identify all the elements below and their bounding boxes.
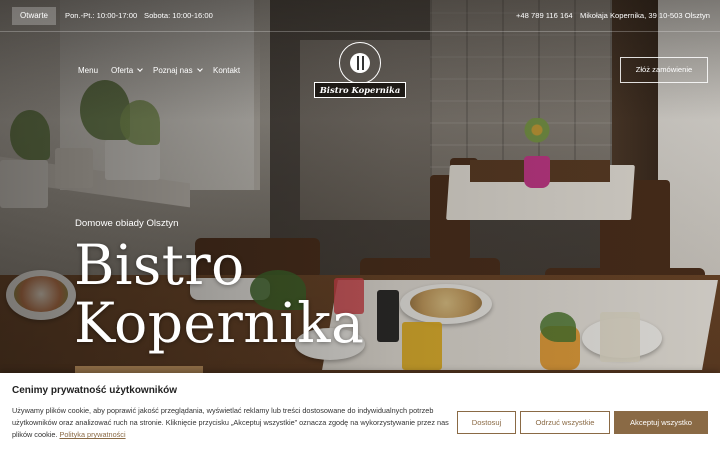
hero-title: Bistro Kopernika [74, 236, 364, 352]
bistro-logo[interactable]: Bistro Kopernika [314, 42, 406, 100]
top-info-bar: Otwarte Pon.-Pt.: 10:00-17:00 Sobota: 10… [0, 0, 720, 32]
knife-icon [362, 56, 364, 70]
chevron-down-icon [137, 66, 144, 72]
nav-item-kontakt[interactable]: Kontakt [213, 66, 240, 75]
nav-item-label: Poznaj nas [153, 66, 193, 75]
logo-text: Bistro Kopernika [314, 82, 406, 98]
accept-all-button[interactable]: Akceptuj wszystko [614, 411, 708, 434]
customize-cookies-button[interactable]: Dostosuj [457, 411, 516, 434]
logo-emblem [339, 42, 381, 84]
hero-subtitle: Domowe obiady Olsztyn [75, 218, 179, 229]
hero-title-line1: Bistro [74, 233, 245, 297]
nav-item-poznaj-nas[interactable]: Poznaj nas [153, 66, 203, 75]
cookie-description: Używamy plików cookie, aby poprawić jako… [12, 405, 452, 442]
fork-icon [357, 56, 359, 70]
cookie-title: Cenimy prywatność użytkowników [12, 385, 178, 396]
hero-title-line2: Kopernika [74, 291, 365, 355]
cookie-consent-banner: Cenimy prywatność użytkowników Używamy p… [0, 373, 720, 450]
nav-item-menu[interactable]: Menu [78, 66, 98, 75]
phone-link[interactable]: +48 789 116 164 [516, 11, 573, 20]
privacy-policy-link[interactable]: Polityka prywatności [59, 430, 125, 439]
nav-item-label: Kontakt [213, 66, 241, 75]
nav-item-oferta[interactable]: Oferta [111, 66, 144, 75]
open-status-badge: Otwarte [12, 7, 57, 25]
reject-all-button[interactable]: Odrzuć wszystkie [520, 411, 610, 434]
nav-item-label: Menu [78, 66, 99, 75]
address-link[interactable]: Mikołaja Kopernika, 39 10-503 Olsztyn [580, 11, 710, 20]
chevron-down-icon [196, 66, 203, 72]
order-button[interactable]: Złóż zamówienie [620, 57, 708, 83]
hours-weekdays: Pon.-Pt.: 10:00-17:00 [65, 11, 138, 20]
nav-item-label: Oferta [111, 66, 134, 75]
hours-saturday: Sobota: 10:00-16:00 [144, 11, 213, 20]
